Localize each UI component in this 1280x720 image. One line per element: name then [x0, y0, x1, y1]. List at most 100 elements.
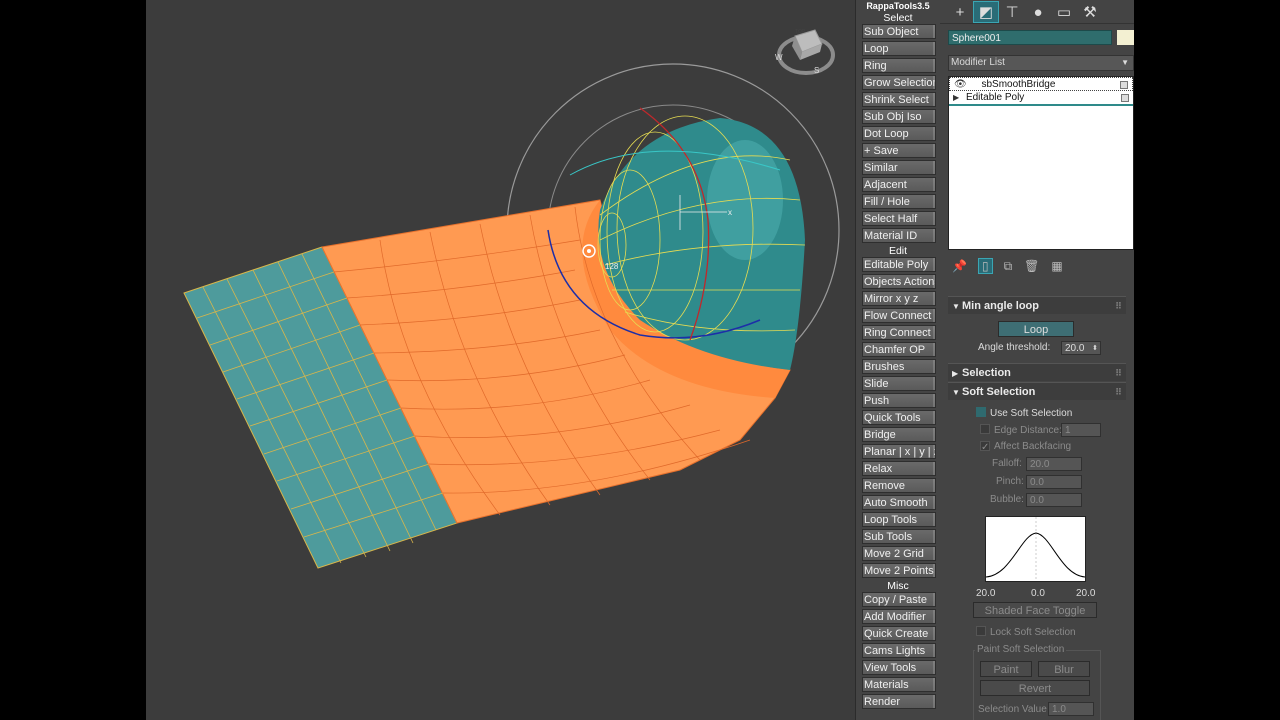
pinch-label: Pinch:: [996, 476, 1024, 487]
create-tab-icon[interactable]: +: [948, 2, 972, 22]
bubble-spinner[interactable]: 0.0: [1026, 493, 1082, 507]
falloff-label: Falloff:: [992, 458, 1022, 469]
rappa-button-quick-create[interactable]: Quick Create: [862, 626, 936, 641]
rappa-button-auto-smooth[interactable]: Auto Smooth: [862, 495, 936, 510]
rappa-button-material-id[interactable]: Material ID: [862, 228, 936, 243]
eye-icon[interactable]: 👁: [954, 79, 967, 90]
rappa-button-materials[interactable]: Materials: [862, 677, 936, 692]
falloff-curve-graph: [985, 516, 1086, 582]
rappa-button-planar-x-y-z[interactable]: Planar | x | y | z: [862, 444, 936, 459]
make-unique-icon[interactable]: ⧉: [1004, 259, 1013, 274]
utilities-tab-icon[interactable]: ⚒: [1078, 2, 1102, 22]
rappa-button-quick-tools[interactable]: Quick Tools: [862, 410, 936, 425]
rappa-button-flow-connect[interactable]: Flow Connect: [862, 308, 936, 323]
stack-item-toggle[interactable]: [1121, 94, 1129, 102]
rappa-button-push[interactable]: Push: [862, 393, 936, 408]
remove-modifier-icon[interactable]: 🗑: [1024, 259, 1039, 273]
paint-button[interactable]: Paint: [980, 661, 1032, 677]
stack-item-editable-poly[interactable]: ▶ Editable Poly: [949, 91, 1133, 106]
loop-button[interactable]: Loop: [998, 321, 1074, 337]
stack-item-sbsmoothbridge[interactable]: 👁 sbSmoothBridge: [949, 77, 1133, 91]
rappa-button-shrink-select[interactable]: Shrink Select: [862, 92, 936, 107]
rappa-button-sub-obj-iso[interactable]: Sub Obj Iso: [862, 109, 936, 124]
modifier-stack: 👁 sbSmoothBridge ▶ Editable Poly: [948, 76, 1134, 250]
soft-selection-header[interactable]: ▼ Soft Selection ⠿: [948, 382, 1126, 400]
use-soft-selection-checkbox[interactable]: Use Soft Selection: [976, 407, 1072, 419]
blur-button[interactable]: Blur: [1038, 661, 1090, 677]
select-header: Select: [883, 12, 913, 24]
angle-threshold-spinner[interactable]: 20.0 ⬍: [1061, 341, 1101, 355]
curve-label-center: 0.0: [1031, 588, 1045, 599]
rappa-button-add-modifier[interactable]: Add Modifier: [862, 609, 936, 624]
curve-label-left: 20.0: [976, 588, 996, 599]
rappa-button-similar[interactable]: Similar: [862, 160, 936, 175]
rappa-button-slide[interactable]: Slide: [862, 376, 936, 391]
stack-item-label: Editable Poly: [965, 92, 1025, 103]
hierarchy-tab-icon[interactable]: ⊤: [1000, 2, 1024, 22]
angle-threshold-label: Angle threshold:: [978, 342, 1051, 353]
misc-header: Misc: [887, 580, 909, 592]
edge-distance-checkbox[interactable]: Edge Distance:: [980, 424, 1062, 436]
modify-tab-icon[interactable]: ◩: [973, 1, 999, 23]
min-angle-loop-header[interactable]: ▼ Min angle loop ⠿: [948, 296, 1126, 314]
viewcube-south-label: S: [814, 66, 820, 75]
mesh-scene: x: [183, 29, 840, 569]
paint-soft-selection-label: Paint Soft Selection: [975, 644, 1067, 655]
rappa-button-relax[interactable]: Relax: [862, 461, 936, 476]
expand-arrow-icon[interactable]: ▶: [953, 93, 959, 102]
rappa-button-select-half[interactable]: Select Half: [862, 211, 936, 226]
rappatools-title: RappaTools3.5: [866, 1, 930, 11]
pin-stack-icon[interactable]: 📌: [952, 259, 967, 273]
rappa-button-save[interactable]: + Save: [862, 143, 936, 158]
rappa-button-fill-hole[interactable]: Fill / Hole: [862, 194, 936, 209]
show-end-result-icon[interactable]: ▯: [977, 258, 993, 274]
selection-value-spinner[interactable]: 1.0: [1048, 702, 1094, 716]
rappa-button-render[interactable]: Render: [862, 694, 936, 709]
revert-button[interactable]: Revert: [980, 680, 1090, 696]
perspective-viewport[interactable]: x TOP W S 128: [146, 0, 855, 720]
configure-sets-icon[interactable]: ▦: [1051, 259, 1062, 273]
rappa-button-mirror-x-y-z[interactable]: Mirror x y z: [862, 291, 936, 306]
display-tab-icon[interactable]: ▭: [1052, 2, 1076, 22]
lock-soft-selection-checkbox[interactable]: Lock Soft Selection: [976, 626, 1076, 638]
object-name-field[interactable]: Sphere001: [948, 30, 1112, 45]
rappa-button-adjacent[interactable]: Adjacent: [862, 177, 936, 192]
rappa-button-grow-selection[interactable]: Grow Selection: [862, 75, 936, 90]
collapse-arrow-icon: ▼: [952, 302, 960, 311]
rappa-button-dot-loop[interactable]: Dot Loop: [862, 126, 936, 141]
rappa-button-brushes[interactable]: Brushes: [862, 359, 936, 374]
viewcube-top-label: TOP: [795, 29, 806, 35]
grip-icon: ⠿: [1114, 387, 1122, 397]
affect-backfacing-checkbox[interactable]: ✓ Affect Backfacing: [980, 441, 1071, 453]
grip-icon: ⠿: [1114, 368, 1122, 378]
selection-header[interactable]: ▶ Selection ⠿: [948, 363, 1126, 381]
motion-tab-icon[interactable]: ●: [1026, 2, 1050, 22]
shaded-face-toggle-button[interactable]: Shaded Face Toggle: [973, 602, 1097, 618]
rappa-button-loop[interactable]: Loop: [862, 41, 936, 56]
stack-item-toggle[interactable]: [1120, 81, 1128, 89]
rappa-button-sub-object[interactable]: Sub Object: [862, 24, 936, 39]
misc-button-group: Copy / Paste Add Modifier Quick Create Cams…: [856, 592, 940, 709]
rappa-button-cams-lights[interactable]: Cams Lights: [862, 643, 936, 658]
rappa-button-copy-paste[interactable]: Copy / Paste: [862, 592, 936, 607]
rappa-button-remove[interactable]: Remove: [862, 478, 936, 493]
viewcube-west-label: W: [775, 53, 783, 62]
rappa-button-ring-connect[interactable]: Ring Connect: [862, 325, 936, 340]
rappa-button-loop-tools[interactable]: Loop Tools: [862, 512, 936, 527]
rappa-button-sub-tools[interactable]: Sub Tools: [862, 529, 936, 544]
rappa-button-move-2-points[interactable]: Move 2 Points: [862, 563, 936, 578]
edge-distance-spinner[interactable]: 1: [1061, 423, 1101, 437]
sphere-highlight: [707, 140, 783, 260]
object-color-swatch[interactable]: [1117, 30, 1134, 45]
rappa-button-bridge[interactable]: Bridge: [862, 427, 936, 442]
rappa-button-chamfer-op[interactable]: Chamfer OP: [862, 342, 936, 357]
rappa-button-move-2-grid[interactable]: Move 2 Grid: [862, 546, 936, 561]
rappa-button-editable-poly[interactable]: Editable Poly: [862, 257, 936, 272]
curve-label-right: 20.0: [1076, 588, 1096, 599]
modifier-list-dropdown[interactable]: Modifier List ▼: [948, 55, 1134, 71]
rappa-button-ring[interactable]: Ring: [862, 58, 936, 73]
falloff-spinner[interactable]: 20.0: [1026, 457, 1082, 471]
rappa-button-view-tools[interactable]: View Tools: [862, 660, 936, 675]
pinch-spinner[interactable]: 0.0: [1026, 475, 1082, 489]
rappa-button-objects-actions[interactable]: Objects Actions: [862, 274, 936, 289]
